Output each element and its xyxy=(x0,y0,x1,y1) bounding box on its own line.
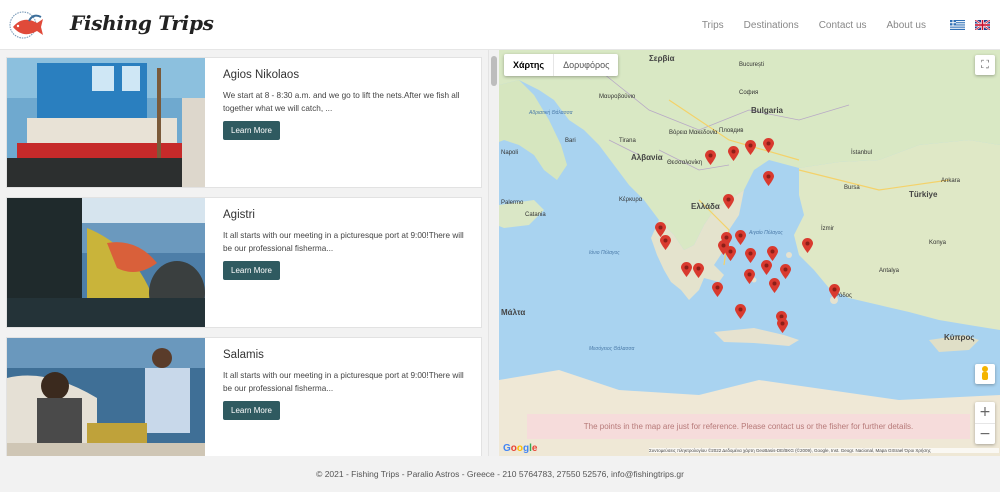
nav-trips[interactable]: Trips xyxy=(702,20,724,31)
map-pin[interactable] xyxy=(712,282,723,297)
map-label-sofia: София xyxy=(739,90,759,96)
trip-description: It all starts with our meeting in a pict… xyxy=(223,371,464,393)
trip-title[interactable]: Salamis xyxy=(223,349,264,361)
map-pin[interactable] xyxy=(745,140,756,155)
map-pin[interactable] xyxy=(660,235,671,250)
trip-card[interactable]: Agios Nikolaos We start at 8 - 8:30 a.m.… xyxy=(6,57,482,188)
map-pin[interactable] xyxy=(761,260,772,275)
nav-contact-us[interactable]: Contact us xyxy=(819,20,867,31)
map-pin[interactable] xyxy=(723,194,734,209)
zoom-control: + − xyxy=(975,402,995,444)
trip-card[interactable]: Agistri It all starts with our meeting i… xyxy=(6,197,482,328)
nav-destinations[interactable]: Destinations xyxy=(744,20,799,31)
map-label-montenegro: Μαυροβούνιο xyxy=(599,94,636,100)
map-label-mediterranean: Μεσόγειος Θάλασσα xyxy=(589,346,635,352)
map-pin[interactable] xyxy=(763,171,774,186)
map-label-cyprus: Κύπρος xyxy=(944,333,975,342)
site-header: Fishing Trips Trips Destinations Contact… xyxy=(0,0,1000,50)
greek-flag-icon[interactable] xyxy=(950,20,965,30)
site-footer: © 2021 - Fishing Trips - Paralio Astros … xyxy=(0,456,1000,492)
map-label-plovdiv: Пловдив xyxy=(719,128,744,134)
map-type-control: Χάρτης Δορυφόρος xyxy=(504,54,619,76)
map-pin[interactable] xyxy=(735,230,746,245)
map-pin[interactable] xyxy=(829,284,840,299)
pegman-icon[interactable] xyxy=(975,364,995,384)
map-pin[interactable] xyxy=(780,264,791,279)
map-label-adriatic: Αδριατική Θάλασσα xyxy=(529,110,573,116)
map-label-izmir: İzmir xyxy=(821,226,834,232)
map-type-map-button[interactable]: Χάρτης xyxy=(504,54,555,76)
map-label-bari: Bari xyxy=(565,138,576,144)
map-label-ankara: Ankara xyxy=(941,178,961,184)
map-pin[interactable] xyxy=(777,318,788,333)
map-pin[interactable] xyxy=(763,138,774,153)
map-pin[interactable] xyxy=(767,246,778,261)
fullscreen-icon[interactable]: ⛶ xyxy=(975,55,995,75)
learn-more-button[interactable]: Learn More xyxy=(223,121,280,140)
main-nav: Trips Destinations Contact us About us xyxy=(682,0,990,50)
map-attribution[interactable]: Συντομεύσεις πληκτρολογίου ©2022 Δεδομέν… xyxy=(649,448,999,453)
map-label-serbia: Σερβία xyxy=(649,54,675,63)
trip-title[interactable]: Agios Nikolaos xyxy=(223,69,299,81)
trip-image[interactable] xyxy=(7,198,205,327)
map-label-ionian: Ιόνιο Πέλαγος xyxy=(589,250,620,256)
trip-image[interactable] xyxy=(7,58,205,187)
brand-name[interactable]: Fishing Trips xyxy=(70,11,214,35)
learn-more-button[interactable]: Learn More xyxy=(223,401,280,420)
map-label-palermo: Palermo xyxy=(501,200,524,206)
map-label-greece: Ελλάδα xyxy=(691,202,720,211)
map-type-satellite-button[interactable]: Δορυφόρος xyxy=(554,54,618,76)
map-pin[interactable] xyxy=(745,248,756,263)
map-notice: The points in the map are just for refer… xyxy=(527,414,970,439)
map-label-thessaloniki: Θεσσαλονίκη xyxy=(667,160,703,166)
map-pin[interactable] xyxy=(705,150,716,165)
map-label-bucuresti: București xyxy=(739,62,765,68)
map-label-malta: Μάλτα xyxy=(501,308,526,317)
trip-title[interactable]: Agistri xyxy=(223,209,255,221)
map-pin[interactable] xyxy=(693,263,704,278)
learn-more-button[interactable]: Learn More xyxy=(223,261,280,280)
map-label-turkey: Türkiye xyxy=(909,190,938,199)
map-pin[interactable] xyxy=(735,304,746,319)
logo-icon[interactable] xyxy=(7,9,63,42)
trip-description: We start at 8 - 8:30 a.m. and we go to l… xyxy=(223,91,460,113)
trip-card[interactable]: Salamis It all starts with our meeting i… xyxy=(6,337,482,456)
trip-description: It all starts with our meeting in a pict… xyxy=(223,231,464,253)
nav-about-us[interactable]: About us xyxy=(887,20,926,31)
trip-list: Agios Nikolaos We start at 8 - 8:30 a.m.… xyxy=(0,50,488,456)
map-pin[interactable] xyxy=(744,269,755,284)
map-label-antalya: Antalya xyxy=(879,268,900,274)
map-label-bursa: Bursa xyxy=(844,185,860,191)
uk-flag-icon[interactable] xyxy=(975,20,990,30)
map-label-macedonia: Βόρεια Μακεδονία xyxy=(669,130,718,136)
map-label-aegean: Αιγαίο Πέλαγος xyxy=(749,230,783,236)
map-label-albania: Αλβανία xyxy=(631,153,663,162)
map-pin[interactable] xyxy=(769,278,780,293)
map-label-tirana: Tirana xyxy=(619,138,636,144)
map-pin[interactable] xyxy=(725,246,736,261)
google-logo: Google xyxy=(503,443,538,454)
map-label-istanbul: İstanbul xyxy=(851,150,873,156)
trip-image[interactable] xyxy=(7,338,205,456)
map-pin[interactable] xyxy=(728,146,739,161)
list-scrollbar[interactable] xyxy=(488,50,498,456)
destinations-map[interactable]: Σερβία Bulgaria Αλβανία Ελλάδα Türkiye Μ… xyxy=(499,50,1000,456)
scrollbar-thumb[interactable] xyxy=(491,56,497,86)
map-pin[interactable] xyxy=(681,262,692,277)
map-label-bulgaria: Bulgaria xyxy=(751,106,784,115)
map-pin[interactable] xyxy=(802,238,813,253)
map-label-napoli: Napoli xyxy=(501,150,519,156)
zoom-out-icon[interactable]: − xyxy=(975,424,995,445)
map-label-konya: Konya xyxy=(929,240,947,246)
zoom-in-icon[interactable]: + xyxy=(975,402,995,423)
map-label-kerkyra: Κέρκυρα xyxy=(619,197,643,203)
map-label-catania: Catania xyxy=(525,212,546,218)
